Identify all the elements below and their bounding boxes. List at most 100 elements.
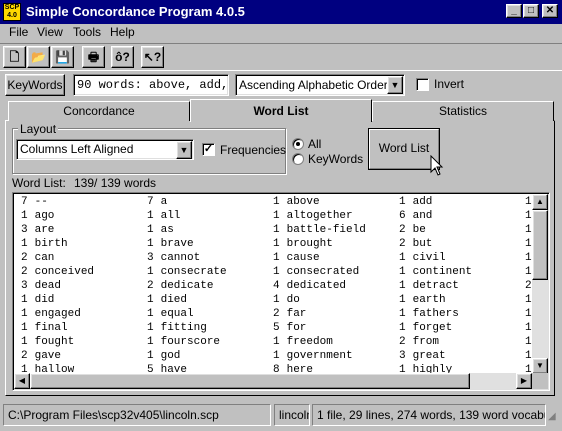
chevron-down-icon[interactable]: ▼ — [387, 76, 403, 94]
invert-label: Invert — [434, 77, 465, 91]
word-frequency: 1 — [273, 350, 280, 362]
word-text: civil — [412, 252, 446, 264]
vertical-scrollbar[interactable]: ▲ ▼ — [532, 194, 548, 374]
horizontal-scrollbar[interactable]: ◀ ▶ — [14, 373, 532, 389]
word-text: birth — [34, 238, 68, 250]
scroll-right-icon[interactable]: ▶ — [516, 373, 532, 389]
menu-tools[interactable]: Tools — [73, 25, 101, 39]
word-text: do — [286, 294, 300, 306]
status-path: C:\Program Files\scp32v405\lincoln.scp — [3, 404, 271, 426]
word-frequency: 1 — [147, 350, 154, 362]
close-button[interactable]: ✕ — [542, 4, 558, 18]
word-frequency: 1 — [147, 322, 154, 334]
list-cell: 1 fitting — [147, 321, 207, 335]
word-frequency: 1 — [525, 308, 532, 320]
keywords-field[interactable]: 90 words: above, add, — [73, 74, 229, 96]
sort-order-value: Ascending Alphabetic Order — [239, 78, 388, 92]
word-list-button-label: Word List — [378, 141, 430, 155]
word-text: dead — [34, 280, 62, 292]
radio-keywords[interactable] — [292, 153, 304, 165]
resize-grip-icon[interactable]: ◢ — [548, 412, 560, 424]
list-cell: 1 fourscore — [147, 335, 220, 349]
scroll-down-icon[interactable]: ▼ — [532, 358, 548, 374]
sort-order-select[interactable]: Ascending Alphabetic Order ▼ — [235, 74, 405, 96]
list-cell: 1 civil — [399, 251, 446, 265]
print-icon[interactable]: 🖶 — [82, 46, 105, 68]
list-cell: 2 dedicate — [147, 279, 213, 293]
list-cell: 1 brought — [273, 237, 333, 251]
title-bar: SCP 4.0 Simple Concordance Program 4.0.5… — [0, 0, 562, 24]
layout-select[interactable]: Columns Left Aligned ▼ — [16, 139, 194, 160]
list-cell: 5 for — [273, 321, 306, 335]
list-cell: 1 ago — [21, 209, 54, 223]
list-cell: 1 above — [273, 195, 320, 209]
word-frequency: 1 — [147, 210, 154, 222]
tab-word-list[interactable]: Word List — [190, 99, 372, 122]
word-text: fought — [34, 336, 75, 348]
word-frequency: 1 — [525, 322, 532, 334]
list-cell: 3 are — [21, 223, 54, 237]
scroll-up-icon[interactable]: ▲ — [532, 194, 548, 210]
context-help-icon[interactable]: ↖? — [141, 46, 164, 68]
list-cell: 1 brave — [147, 237, 194, 251]
menu-bar: File View Tools Help — [0, 24, 562, 42]
list-cell: 1 fought — [21, 335, 74, 349]
tab-concordance[interactable]: Concordance — [8, 101, 190, 121]
list-cell: 1 continent — [399, 265, 472, 279]
word-frequency: 1 — [147, 294, 154, 306]
maximize-button[interactable]: □ — [523, 4, 539, 18]
word-text: continent — [412, 266, 473, 278]
word-frequency: 3 — [399, 350, 406, 362]
about-icon[interactable]: ô? — [111, 46, 134, 68]
invert-checkbox[interactable] — [416, 78, 429, 91]
menu-file[interactable]: File — [9, 25, 28, 39]
radio-all[interactable] — [292, 138, 304, 150]
layout-select-value: Columns Left Aligned — [20, 142, 134, 156]
word-frequency: 1 — [147, 336, 154, 348]
status-file: lincoln — [274, 404, 310, 426]
word-text: gave — [34, 350, 62, 362]
minimize-button[interactable]: _ — [506, 4, 522, 18]
list-cell: 1 battle-field — [273, 223, 366, 237]
word-text: forget — [412, 322, 453, 334]
vertical-scroll-thumb[interactable] — [532, 210, 548, 280]
word-frequency: 1 — [21, 308, 28, 320]
scroll-left-icon[interactable]: ◀ — [14, 373, 30, 389]
save-icon[interactable]: 💾 — [51, 46, 74, 68]
word-list-box[interactable]: 7 -- 7 a 1 above 1 add 1 1 ago 1 all 1 altogether 6 and 1… — [12, 192, 550, 391]
word-frequency: 7 — [147, 196, 154, 208]
word-text: are — [34, 224, 55, 236]
word-frequency: 1 — [525, 196, 532, 208]
list-cell: 1 detract — [399, 279, 459, 293]
word-frequency: 1 — [273, 224, 280, 236]
open-folder-icon[interactable]: 📂 — [27, 46, 50, 68]
list-cell: 1 altogether — [273, 209, 353, 223]
word-frequency: 1 — [273, 238, 280, 250]
word-text: altogether — [286, 210, 353, 222]
keywords-button[interactable]: KeyWords — [5, 74, 65, 96]
tab-statistics[interactable]: Statistics — [372, 101, 554, 121]
word-text: add — [412, 196, 433, 208]
word-frequency: 1 — [147, 308, 154, 320]
frequencies-checkbox[interactable]: ✓ — [202, 143, 215, 156]
word-frequency: 1 — [21, 322, 28, 334]
new-file-icon[interactable]: 🗋 — [3, 46, 26, 68]
word-text: final — [34, 322, 68, 334]
word-frequency: 1 — [399, 252, 406, 264]
chevron-down-icon[interactable]: ▼ — [176, 141, 192, 159]
word-frequency: 1 — [525, 350, 532, 362]
list-cell: 1 final — [21, 321, 68, 335]
word-text: did — [34, 294, 55, 306]
horizontal-scroll-thumb[interactable] — [30, 373, 470, 389]
list-cell: 7a — [147, 195, 167, 209]
list-cell: 1 freedom — [273, 335, 333, 349]
list-cell: 1 consecrated — [273, 265, 359, 279]
list-cell: 3 great — [399, 349, 446, 363]
word-frequency: 1 — [21, 238, 28, 250]
word-text: cannot — [160, 252, 201, 264]
menu-help[interactable]: Help — [110, 25, 135, 39]
word-frequency: 2 — [273, 308, 280, 320]
word-text: as — [160, 224, 174, 236]
menu-view[interactable]: View — [37, 25, 63, 39]
word-text: can — [34, 252, 55, 264]
